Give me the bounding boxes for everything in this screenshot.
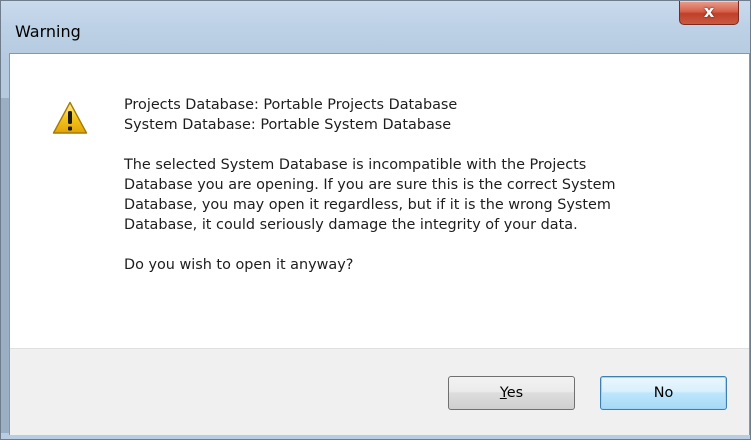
button-bar: Yes No — [10, 348, 749, 435]
message-text: Projects Database: Portable Projects Dat… — [124, 95, 724, 275]
yes-button[interactable]: Yes — [448, 376, 575, 410]
warning-dialog: Warning x Projects Database: Portable Pr… — [0, 0, 751, 440]
yes-label-rest: es — [506, 385, 524, 401]
body-line-2: Database you are opening. If you are sur… — [124, 177, 616, 193]
close-button[interactable]: x — [679, 1, 739, 25]
body-line-1: The selected System Database is incompat… — [124, 157, 587, 173]
body-line-4: Database, it could seriously damage the … — [124, 217, 578, 233]
no-button[interactable]: No — [600, 376, 727, 410]
dialog-client-area: Projects Database: Portable Projects Dat… — [9, 53, 750, 435]
warning-icon — [52, 101, 88, 134]
body-line-3: Database, you may open it regardless, bu… — [124, 197, 611, 213]
background-window-edge — [1, 98, 9, 433]
window-title: Warning — [15, 22, 81, 41]
message-panel: Projects Database: Portable Projects Dat… — [10, 54, 749, 348]
projects-database-line: Projects Database: Portable Projects Dat… — [124, 97, 458, 113]
title-bar[interactable]: Warning x — [1, 1, 750, 54]
close-icon: x — [703, 2, 715, 21]
system-database-line: System Database: Portable System Databas… — [124, 117, 452, 133]
question-text: Do you wish to open it anyway? — [124, 257, 354, 273]
yes-mnemonic: Y — [499, 385, 507, 401]
